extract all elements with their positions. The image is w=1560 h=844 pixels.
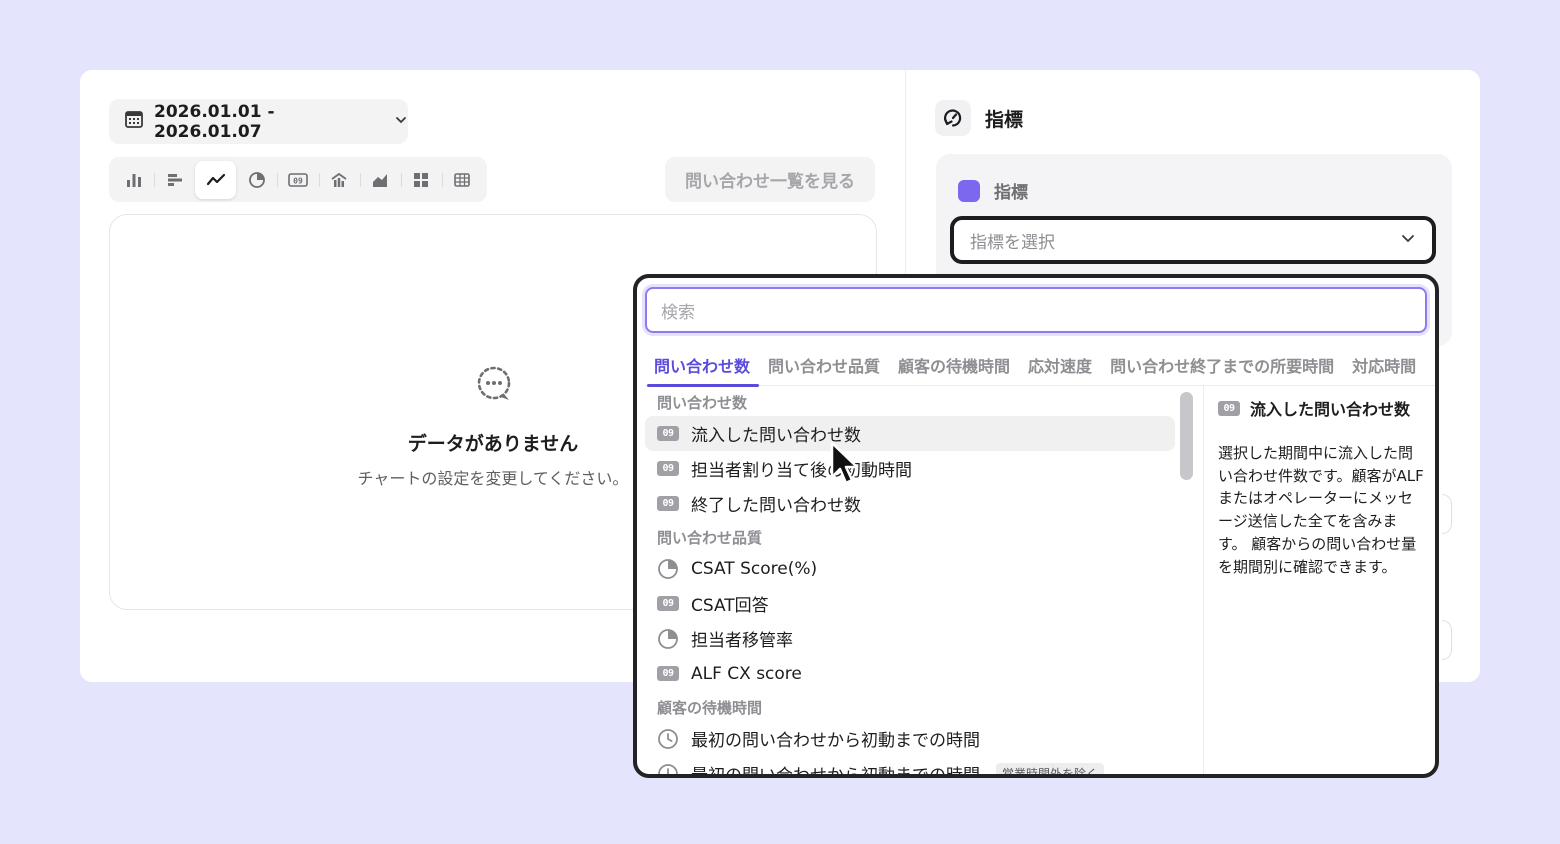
metric-label-text: 指標 <box>994 183 1028 203</box>
metric-select-placeholder: 指標を選択 <box>970 232 1055 253</box>
obscured-field[interactable] <box>1442 494 1452 534</box>
number-icon: 09 <box>657 666 679 681</box>
pie-chart-icon <box>657 628 679 650</box>
tab-handling-time[interactable]: 対応時間 <box>1343 344 1425 386</box>
area-chart-icon[interactable] <box>359 161 401 199</box>
option-tag: 営業時間外を除く <box>996 763 1105 774</box>
tab-time-to-close[interactable]: 問い合わせ終了までの所要時間 <box>1101 344 1343 386</box>
chevron-down-icon <box>394 112 408 132</box>
empty-chat-icon <box>474 364 514 408</box>
metric-option[interactable]: 09 CSAT回答 <box>645 586 1175 621</box>
category-tabs: 問い合わせ数 問い合わせ品質 顧客の待機時間 応対速度 問い合わせ終了までの所要… <box>645 344 1435 387</box>
pie-chart-icon[interactable] <box>236 161 277 199</box>
metric-refresh-icon <box>935 100 971 136</box>
funnel-chart-icon[interactable] <box>318 161 360 199</box>
group-title: 問い合わせ数 <box>657 394 748 412</box>
chevron-down-icon <box>1400 230 1416 251</box>
metric-option[interactable]: 最初の問い合わせから初動までの時間 営業時間外を除く <box>645 756 1175 778</box>
panel-header: 指標 <box>935 100 1023 136</box>
calendar-icon <box>124 109 144 134</box>
group-title: 顧客の待機時間 <box>657 699 763 717</box>
group-title: 問い合わせ品質 <box>657 529 763 547</box>
search-input[interactable]: 検索 <box>645 287 1427 333</box>
description-title-text: 流入した問い合わせ数 <box>1250 400 1411 419</box>
number-icon: 09 <box>657 496 679 511</box>
clock-icon <box>657 728 679 750</box>
metric-option-label: 終了した問い合わせ数 <box>691 496 861 516</box>
metric-option[interactable]: 09 担当者割り当て後の初動時間 <box>645 451 1175 486</box>
metric-select[interactable]: 指標を選択 <box>950 216 1436 264</box>
description-text: 選択した期間中に流入した問い合わせ件数です。顧客がALFまたはオペレーターにメッ… <box>1218 444 1424 576</box>
metric-option-label: CSAT回答 <box>691 596 769 616</box>
number-icon[interactable]: 09 <box>277 161 318 199</box>
mouse-cursor-icon <box>829 441 863 493</box>
number-icon: 09 <box>1218 400 1240 416</box>
metric-list: 問い合わせ数 09 流入した問い合わせ数 09 担当者割り当て後の初動時間 09 終了した問… <box>645 386 1175 778</box>
metric-option-label: 担当者割り当て後の初動時間 <box>691 461 912 481</box>
obscured-field[interactable] <box>1442 620 1452 660</box>
number-icon: 09 <box>657 461 679 476</box>
metric-option[interactable]: 09 終了した問い合わせ数 <box>645 486 1175 521</box>
metric-option[interactable]: CSAT Score(%) <box>645 551 1175 586</box>
description-title: 09 流入した問い合わせ数 <box>1218 396 1435 420</box>
metric-option-label: CSAT Score(%) <box>691 558 818 579</box>
metric-dropdown: 検索 問い合わせ数 問い合わせ品質 顧客の待機時間 応対速度 問い合わせ終了まで… <box>633 274 1439 778</box>
tab-customer-wait-time[interactable]: 顧客の待機時間 <box>889 344 1019 386</box>
metric-description-panel: 09 流入した問い合わせ数 選択した期間中に流入した問い合わせ件数です。顧客がA… <box>1203 386 1435 774</box>
view-inquiry-list-button[interactable]: 問い合わせ一覧を見る <box>665 157 875 202</box>
number-icon: 09 <box>657 426 679 441</box>
metric-option-label: 最初の問い合わせから初動までの時間 <box>691 766 980 778</box>
line-chart-icon[interactable] <box>195 160 237 199</box>
search-placeholder: 検索 <box>661 302 695 323</box>
tab-response-speed[interactable]: 応対速度 <box>1019 344 1101 386</box>
date-range-label: 2026.01.01 - 2026.01.07 <box>154 101 275 142</box>
metric-option[interactable]: 09 ALF CX score <box>645 656 1175 691</box>
metric-option[interactable]: 09 流入した問い合わせ数 <box>645 416 1175 451</box>
panel-title: 指標 <box>985 108 1024 131</box>
clock-icon <box>657 763 679 774</box>
svg-text:09: 09 <box>293 176 303 185</box>
list-scrollbar[interactable] <box>1175 386 1195 774</box>
scrollbar-thumb[interactable] <box>1180 392 1193 480</box>
metric-option[interactable]: 最初の問い合わせから初動までの時間 <box>645 721 1175 756</box>
tab-inquiry-count[interactable]: 問い合わせ数 <box>645 344 760 387</box>
metric-option-label: ALF CX score <box>691 663 802 684</box>
bar-chart-icon[interactable] <box>113 161 154 199</box>
tab-inquiry-quality[interactable]: 問い合わせ品質 <box>759 344 889 386</box>
metric-option-label: 最初の問い合わせから初動までの時間 <box>691 731 980 751</box>
date-range-button[interactable]: 2026.01.01 - 2026.01.07 <box>109 99 408 144</box>
chart-type-toolbar: 09 <box>109 157 487 202</box>
number-icon: 09 <box>657 596 679 611</box>
metric-color-swatch[interactable] <box>958 179 980 202</box>
table-icon[interactable] <box>441 161 483 199</box>
grid-icon[interactable] <box>400 161 442 199</box>
horizontal-bar-icon[interactable] <box>154 161 195 199</box>
metric-option[interactable]: 担当者移管率 <box>645 621 1175 656</box>
pie-chart-icon <box>657 558 679 580</box>
metric-option-label: 担当者移管率 <box>691 631 793 651</box>
metric-label: 指標 <box>958 178 1028 203</box>
